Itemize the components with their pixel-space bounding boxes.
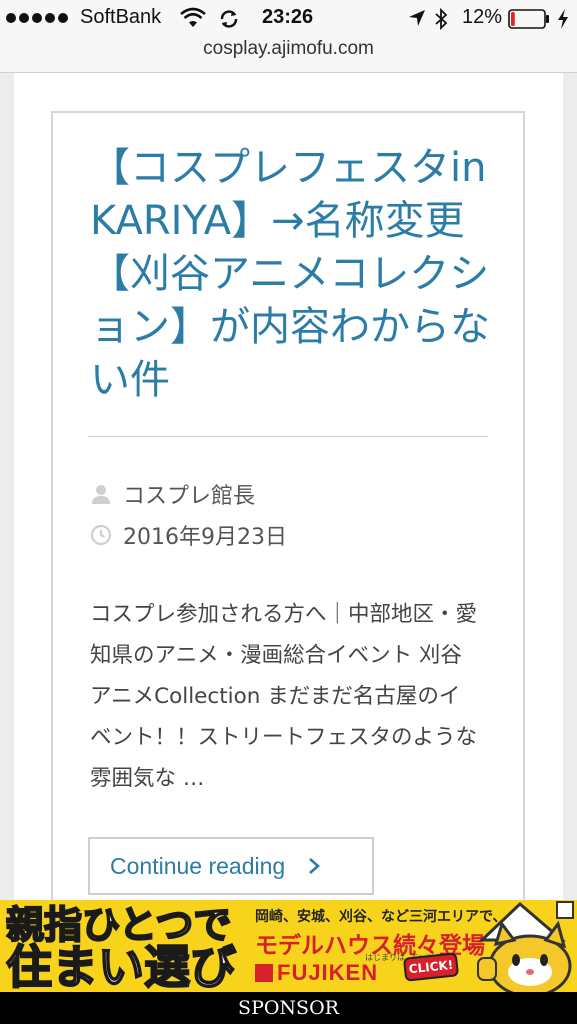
continue-reading-label: Continue reading [110,852,286,879]
continue-reading-button[interactable]: Continue reading [88,837,374,895]
brand-logo-icon [255,964,273,982]
charging-icon [558,9,568,29]
ad-brand-row: FUJIKEN [255,960,378,986]
author-name[interactable]: コスプレ館長 [123,478,255,510]
article-author: コスプレ館長 [90,478,255,510]
bluetooth-icon [435,7,448,31]
article-date: 2016年9月23日 [90,519,287,551]
status-bar: SoftBank 23:26 12% [0,0,577,38]
url-text[interactable]: cosplay.ajimofu.com [0,38,577,60]
ad-left-text: 親指ひとつで 住まい選び [5,903,246,992]
ad-brand-name: FUJIKEN [277,960,379,985]
battery-icon [508,9,549,29]
signal-strength-icon [6,13,68,23]
battery-percentage: 12% [462,6,503,28]
wifi-icon [180,7,206,27]
divider [88,436,488,437]
article-title-link[interactable]: 【コスプレフェスタinKARIYA】→名称変更【刈谷アニメコレクション】が内容わ… [90,142,490,407]
mascot-cat-icon [477,901,574,992]
sponsor-label: SPONSOR [0,992,577,1024]
clock-icon [90,524,112,546]
ad-tagline-2: 住まい選び [5,940,237,992]
date-text[interactable]: 2016年9月23日 [123,519,287,551]
location-icon [409,10,425,26]
clock-time: 23:26 [262,6,314,28]
article-excerpt: コスプレ参加される方へ｜中部地区・愛知県のアニメ・漫画総合イベント 刈谷アニメC… [90,602,478,791]
address-bar[interactable]: cosplay.ajimofu.com [0,38,577,73]
chevron-right-icon [309,858,321,874]
carrier-name: SoftBank [80,6,162,28]
user-icon [92,485,110,504]
sync-icon [220,10,238,28]
